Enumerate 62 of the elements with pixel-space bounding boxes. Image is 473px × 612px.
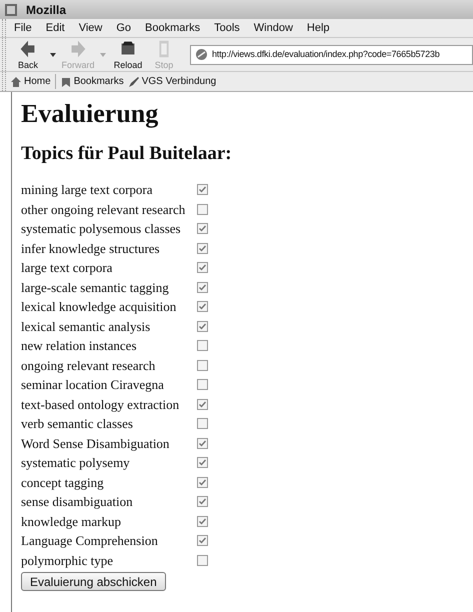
menu-item[interactable]: Window: [254, 20, 293, 36]
topic-checkbox[interactable]: [197, 379, 208, 390]
topic-label: text-based ontology extraction: [21, 396, 180, 414]
topic-checkbox[interactable]: [197, 204, 208, 215]
menu-item[interactable]: Tools: [214, 20, 240, 36]
topic-checkbox[interactable]: [197, 496, 208, 508]
menu-item[interactable]: File: [14, 20, 32, 36]
topic-label: seminar location Ciravegna: [21, 376, 165, 394]
page-heading: Evaluierung: [21, 98, 160, 130]
topic-label: infer knowledge structures: [21, 240, 161, 258]
topic-label: mining large text corpora: [21, 181, 154, 199]
topic-checkbox[interactable]: [197, 438, 208, 449]
topic-label: verb semantic classes: [21, 415, 134, 433]
topic-checkbox[interactable]: [197, 340, 208, 352]
topic-label: other ongoing relevant research: [21, 200, 186, 219]
bookmark-icon: [60, 76, 72, 88]
topic-checkbox[interactable]: [197, 516, 208, 527]
bookmark-button[interactable]: VGS Verbindung: [128, 74, 216, 89]
topic-label: lexical semantic analysis: [21, 318, 152, 336]
topic-checkbox[interactable]: [197, 301, 208, 312]
topic-label: large-scale semantic tagging: [21, 278, 170, 297]
bookmark-button[interactable]: Home: [10, 74, 51, 89]
topic-checkbox[interactable]: [197, 535, 208, 546]
menu-item[interactable]: Edit: [46, 20, 65, 36]
submit-button[interactable]: Evaluierung abschicken: [21, 572, 166, 591]
menu-item[interactable]: Help: [306, 20, 330, 36]
topic-label: concept tagging: [21, 474, 105, 492]
topic-label: systematic polysemy: [21, 454, 131, 472]
app-icon: [4, 2, 18, 16]
topic-checkbox[interactable]: [197, 184, 208, 196]
topic-checkbox[interactable]: [197, 262, 208, 274]
topic-label: ongoing relevant research: [21, 356, 156, 375]
topic-checkbox[interactable]: [197, 418, 208, 430]
topic-label: systematic polysemous classes: [21, 220, 182, 238]
topic-label: new relation instances: [21, 337, 138, 355]
topic-label: lexical knowledge acquisition: [21, 298, 178, 316]
topic-label: Language Comprehension: [21, 532, 159, 550]
house-icon: [10, 76, 22, 88]
topic-checkbox[interactable]: [197, 223, 208, 234]
topic-checkbox[interactable]: [197, 398, 208, 410]
topic-checkbox[interactable]: [197, 282, 208, 293]
toolbar-button[interactable]: Reload: [110, 38, 146, 71]
topic-label: sense disambiguation: [21, 493, 134, 511]
topic-label: large text corpora: [21, 259, 114, 277]
toolbar-button[interactable]: Back: [10, 38, 60, 71]
topic-label: polymorphic type: [21, 552, 114, 570]
topic-checkbox[interactable]: [197, 476, 208, 488]
topic-checkbox[interactable]: [197, 554, 208, 566]
topic-checkbox[interactable]: [197, 457, 208, 468]
menu-item[interactable]: View: [78, 20, 102, 36]
address-field[interactable]: http://views.dfki.de/evaluation/index.php?code=7665b5723b: [190, 44, 473, 64]
topic-label: knowledge markup: [21, 512, 122, 531]
pencil-icon: [128, 76, 140, 88]
topic-checkbox[interactable]: [197, 242, 208, 254]
topic-checkbox[interactable]: [197, 360, 208, 371]
topic-label: Word Sense Disambiguation: [21, 434, 170, 453]
menu-item[interactable]: Bookmarks: [145, 20, 200, 36]
page-subheading: Topics für Paul Buitelaar:: [21, 142, 233, 166]
topic-checkbox[interactable]: [197, 320, 208, 332]
menu-item[interactable]: Go: [116, 20, 132, 36]
bookmark-button[interactable]: Bookmarks: [60, 74, 124, 89]
window-title: Mozilla: [26, 2, 66, 18]
